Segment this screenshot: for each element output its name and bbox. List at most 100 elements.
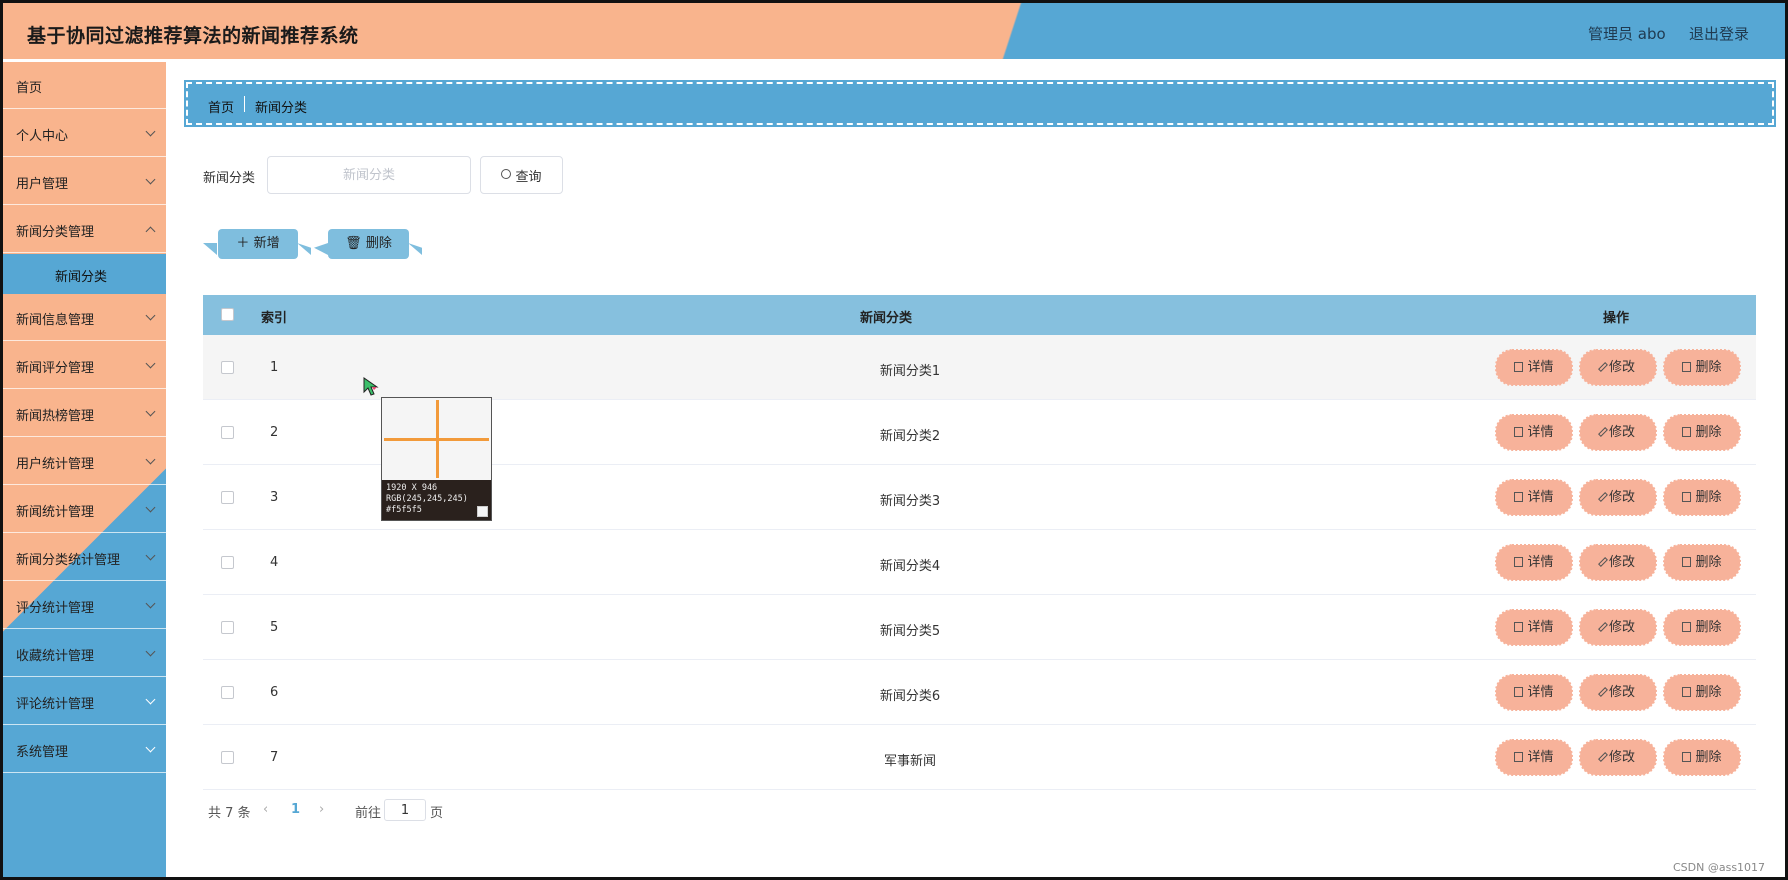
sidebar-item-news-hot[interactable]: 新闻热榜管理: [3, 390, 166, 437]
sidebar-item-label: 新闻分类统计管理: [16, 553, 121, 568]
column-header-index: 索引: [261, 311, 288, 326]
pagination-goto-input[interactable]: [384, 799, 426, 821]
row-index: 4: [270, 555, 279, 570]
pagination-page-1[interactable]: 1: [291, 802, 300, 817]
trash-icon: 🗑: [345, 236, 366, 251]
edit-button[interactable]: 修改: [1579, 609, 1657, 646]
sidebar-item-home[interactable]: 首页: [3, 62, 166, 109]
pencil-icon: [1598, 492, 1608, 502]
sidebar-item-user-stats[interactable]: 用户统计管理: [3, 438, 166, 485]
row-checkbox[interactable]: [221, 556, 234, 569]
sidebar-item-rating-stats[interactable]: 评分统计管理: [3, 582, 166, 629]
column-header-operations: 操作: [1603, 311, 1630, 326]
sidebar-item-category-stats[interactable]: 新闻分类统计管理: [3, 534, 166, 581]
row-delete-button[interactable]: 删除: [1663, 674, 1741, 711]
row-delete-button-label: 删除: [1695, 425, 1722, 440]
app-window: 基于协同过滤推荐算法的新闻推荐系统 管理员 abo 退出登录 首页 个人中心 用…: [0, 0, 1788, 880]
chevron-down-icon: [145, 646, 156, 657]
detail-button[interactable]: 详情: [1495, 739, 1573, 776]
pencil-icon: [1598, 362, 1608, 372]
query-button[interactable]: 查询: [480, 156, 563, 194]
select-all-checkbox[interactable]: [221, 308, 234, 321]
pencil-icon: [1598, 622, 1608, 632]
row-delete-button[interactable]: 删除: [1663, 479, 1741, 516]
row-delete-button[interactable]: 删除: [1663, 544, 1741, 581]
edit-button-label: 修改: [1608, 620, 1635, 635]
document-icon: [1514, 492, 1524, 502]
sidebar-item-users[interactable]: 用户管理: [3, 158, 166, 205]
sidebar-item-label: 新闻分类管理: [16, 225, 95, 240]
row-checkbox[interactable]: [221, 621, 234, 634]
breadcrumb-home[interactable]: 首页: [208, 97, 234, 116]
ribbon-decoration: [408, 243, 422, 255]
sidebar-item-news-info[interactable]: 新闻信息管理: [3, 294, 166, 341]
category-search-input[interactable]: [267, 156, 471, 194]
sidebar-item-favorite-stats[interactable]: 收藏统计管理: [3, 630, 166, 677]
detail-button[interactable]: 详情: [1495, 349, 1573, 386]
batch-delete-button[interactable]: 🗑 删除: [314, 229, 422, 259]
row-index: 6: [270, 685, 279, 700]
color-picker-magnifier: 1920 X 946 RGB(245,245,245) #f5f5f5: [381, 397, 492, 521]
chevron-left-icon[interactable]: ‹: [263, 802, 268, 817]
trash-icon: [1682, 427, 1692, 437]
detail-button[interactable]: 详情: [1495, 609, 1573, 646]
row-checkbox[interactable]: [221, 361, 234, 374]
row-checkbox[interactable]: [221, 751, 234, 764]
picker-size: 1920 X 946: [386, 483, 438, 493]
sidebar-item-profile[interactable]: 个人中心: [3, 110, 166, 157]
row-delete-button-label: 删除: [1695, 555, 1722, 570]
logout-link[interactable]: 退出登录: [1689, 23, 1749, 44]
row-checkbox[interactable]: [221, 426, 234, 439]
edit-button-label: 修改: [1608, 425, 1635, 440]
detail-button[interactable]: 详情: [1495, 544, 1573, 581]
document-icon: [1514, 622, 1524, 632]
edit-button[interactable]: 修改: [1579, 414, 1657, 451]
chevron-down-icon: [145, 694, 156, 705]
row-delete-button[interactable]: 删除: [1663, 739, 1741, 776]
row-index: 2: [270, 425, 279, 440]
row-category: 新闻分类5: [879, 624, 941, 639]
sidebar-item-news-stats[interactable]: 新闻统计管理: [3, 486, 166, 533]
sidebar-item-news-rating[interactable]: 新闻评分管理: [3, 342, 166, 389]
row-category: 新闻分类2: [879, 429, 941, 444]
row-checkbox[interactable]: [221, 686, 234, 699]
row-delete-button[interactable]: 删除: [1663, 609, 1741, 646]
edit-button-label: 修改: [1608, 555, 1635, 570]
row-checkbox[interactable]: [221, 491, 234, 504]
detail-button[interactable]: 详情: [1495, 674, 1573, 711]
sidebar-item-label: 新闻统计管理: [16, 505, 95, 520]
edit-button[interactable]: 修改: [1579, 739, 1657, 776]
sidebar-item-category-mgmt[interactable]: 新闻分类管理: [3, 206, 166, 253]
trash-icon: [1682, 557, 1692, 567]
add-button-label: 新增: [253, 236, 280, 251]
sidebar-subitem-news-category[interactable]: 新闻分类: [3, 254, 166, 294]
sidebar-item-system[interactable]: 系统管理: [3, 726, 166, 773]
breadcrumb-current: 新闻分类: [255, 101, 308, 116]
table-row: 4 新闻分类4 详情 修改 删除: [203, 530, 1756, 595]
sidebar-item-comment-stats[interactable]: 评论统计管理: [3, 678, 166, 725]
trash-icon: [1682, 687, 1692, 697]
sidebar-item-label: 评分统计管理: [16, 601, 95, 616]
row-delete-button[interactable]: 删除: [1663, 414, 1741, 451]
row-delete-button[interactable]: 删除: [1663, 349, 1741, 386]
detail-button[interactable]: 详情: [1495, 414, 1573, 451]
detail-button-label: 详情: [1527, 685, 1554, 700]
pencil-icon: [1598, 752, 1608, 762]
add-button[interactable]: ＋ 新增: [203, 229, 311, 259]
crosshair-vertical: [436, 400, 439, 478]
edit-button-label: 修改: [1608, 490, 1635, 505]
edit-button[interactable]: 修改: [1579, 349, 1657, 386]
table-row: 6 新闻分类6 详情 修改 删除: [203, 660, 1756, 725]
edit-button[interactable]: 修改: [1579, 674, 1657, 711]
detail-button[interactable]: 详情: [1495, 479, 1573, 516]
sidebar-item-label: 个人中心: [16, 129, 69, 144]
picker-hex: #f5f5f5: [386, 505, 422, 515]
edit-button[interactable]: 修改: [1579, 544, 1657, 581]
trash-icon: [1682, 622, 1692, 632]
chevron-right-icon[interactable]: ›: [319, 802, 324, 817]
edit-button[interactable]: 修改: [1579, 479, 1657, 516]
document-icon: [1514, 427, 1524, 437]
detail-button-label: 详情: [1527, 425, 1554, 440]
pagination-goto-label: 前往: [355, 806, 382, 821]
chevron-down-icon: [145, 454, 156, 465]
